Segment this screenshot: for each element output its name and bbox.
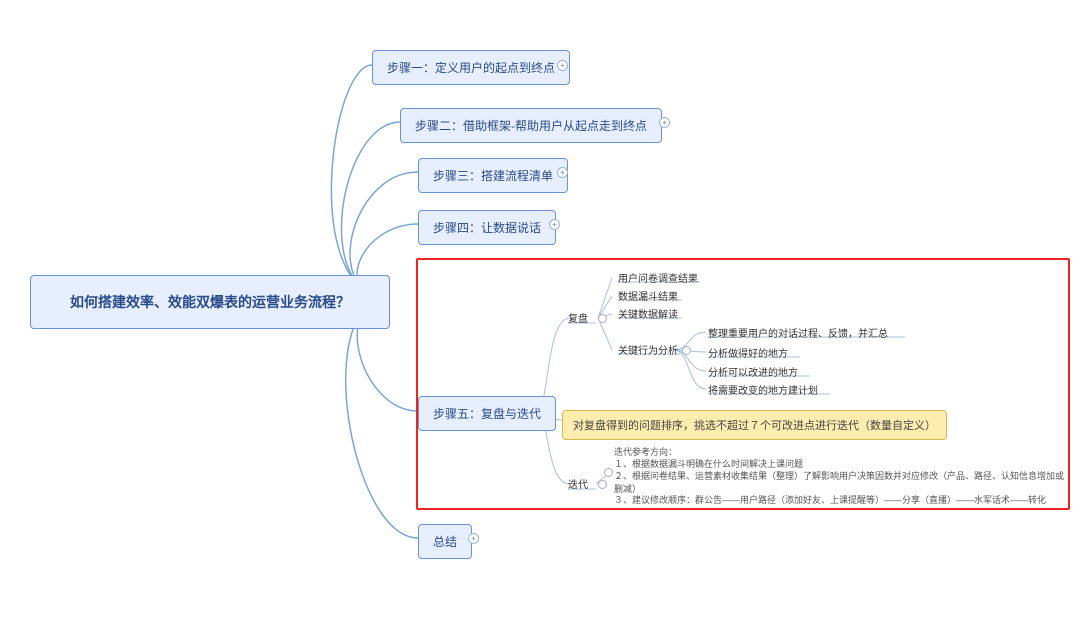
- label-keyact[interactable]: 关键行为分析: [618, 342, 678, 357]
- expand-icon[interactable]: +: [659, 117, 670, 128]
- node-step-5[interactable]: 步骤五：复盘与迭代: [418, 396, 556, 431]
- expand-icon[interactable]: +: [557, 60, 568, 71]
- label-diedai[interactable]: 迭代: [568, 476, 588, 491]
- keyact-item[interactable]: 将需要改变的地方建计划: [708, 382, 818, 397]
- diedai-line: ２、根据问卷结果、运营素材收集结果（整理）了解影响用户决策因数并对应修改（产品、…: [614, 470, 1066, 496]
- collapse-icon[interactable]: [682, 346, 691, 355]
- expand-icon[interactable]: +: [557, 167, 568, 178]
- collapse-icon[interactable]: [598, 480, 607, 489]
- node-step-4[interactable]: 步骤四：让数据说话: [418, 210, 556, 245]
- fupan-item[interactable]: 用户问卷调查结果: [618, 270, 698, 285]
- highlight-note[interactable]: 对复盘得到的问题排序，挑选不超过７个可改进点进行迭代（数量自定义）: [562, 410, 947, 440]
- keyact-item[interactable]: 整理重要用户的对话过程、反馈，并汇总: [708, 325, 888, 340]
- expand-icon[interactable]: +: [468, 533, 479, 544]
- node-step-1[interactable]: 步骤一：定义用户的起点到终点: [372, 50, 570, 85]
- node-summary[interactable]: 总结: [418, 524, 472, 559]
- collapse-icon[interactable]: [598, 314, 607, 323]
- keyact-item[interactable]: 分析可以改进的地方: [708, 364, 798, 379]
- node-step-3[interactable]: 步骤三：搭建流程清单: [418, 158, 568, 193]
- root-node[interactable]: 如何搭建效率、效能双爆表的运营业务流程？: [30, 275, 390, 329]
- expand-icon[interactable]: +: [549, 219, 560, 230]
- fupan-item[interactable]: 关键数据解读: [618, 306, 678, 321]
- node-step-2[interactable]: 步骤二：借助框架-帮助用户从起点走到终点: [400, 108, 662, 143]
- diedai-line: ３、建议修改顺序：群公告——用户路径（添加好友、上课提醒等）——分享（直播）——…: [614, 494, 1046, 507]
- label-fupan[interactable]: 复盘: [568, 310, 588, 325]
- keyact-item[interactable]: 分析做得好的地方: [708, 345, 788, 360]
- fupan-item[interactable]: 数据漏斗结果: [618, 288, 678, 303]
- collapse-icon[interactable]: [604, 468, 613, 477]
